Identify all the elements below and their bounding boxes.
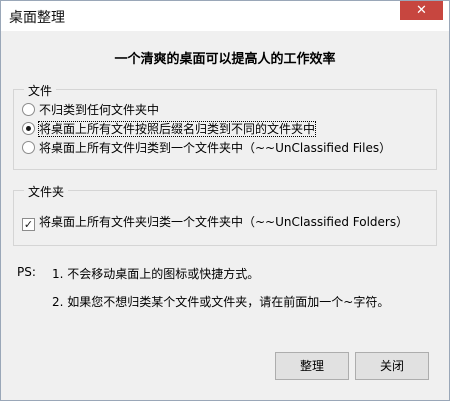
radio-label: 将桌面上所有文件归类到一个文件夹中（~~UnClassified Files）	[39, 141, 392, 155]
checkbox-label: 将桌面上所有文件夹归类一个文件夹中（~~UnClassified Folders…	[39, 215, 409, 229]
organize-button[interactable]: 整理	[275, 352, 349, 380]
files-group-title: 文件	[24, 82, 57, 99]
checkbox[interactable]: ✓	[22, 218, 35, 231]
close-button[interactable]: 关闭	[355, 352, 429, 380]
window-title: 桌面整理	[9, 10, 65, 26]
headline: 一个清爽的桌面可以提高人的工作效率	[114, 52, 336, 67]
title-bar: 桌面整理 ✕	[1, 1, 449, 31]
radio-button[interactable]	[22, 141, 35, 154]
radio-option-no-classify[interactable]: 不归类到任何文件夹中	[22, 102, 159, 118]
radio-button-selected[interactable]	[22, 122, 35, 135]
files-group: 文件 不归类到任何文件夹中 将桌面上所有文件按照后缀名归类到不同的文件夹中 将桌…	[13, 82, 437, 170]
dialog-content: 一个清爽的桌面可以提高人的工作效率 文件 不归类到任何文件夹中 将桌面上所有文件…	[7, 31, 443, 394]
ps-note-2: 2. 如果您不想归类某个文件或文件夹，请在前面加一个~字符。	[52, 295, 390, 309]
folders-group: 文件夹 ✓ 将桌面上所有文件夹归类一个文件夹中（~~UnClassified Fo…	[13, 183, 437, 246]
radio-button[interactable]	[22, 103, 35, 116]
radio-label: 不归类到任何文件夹中	[39, 103, 160, 117]
ps-label: PS:	[17, 265, 36, 279]
radio-label: 将桌面上所有文件按照后缀名归类到不同的文件夹中	[37, 121, 317, 137]
close-window-button[interactable]: ✕	[400, 1, 443, 20]
checkbox-option-folders[interactable]: ✓ 将桌面上所有文件夹归类一个文件夹中（~~UnClassified Folder…	[22, 214, 409, 231]
folders-group-title: 文件夹	[24, 183, 69, 200]
check-icon: ✓	[23, 218, 34, 231]
close-icon: ✕	[416, 3, 427, 18]
radio-option-by-extension[interactable]: 将桌面上所有文件按照后缀名归类到不同的文件夹中	[22, 121, 317, 137]
app-window: 桌面整理 ✕ 一个清爽的桌面可以提高人的工作效率 文件 不归类到任何文件夹中 将…	[0, 0, 450, 401]
radio-option-single-folder[interactable]: 将桌面上所有文件归类到一个文件夹中（~~UnClassified Files）	[22, 140, 391, 156]
ps-note-1: 1. 不会移动桌面上的图标或快捷方式。	[52, 267, 260, 281]
